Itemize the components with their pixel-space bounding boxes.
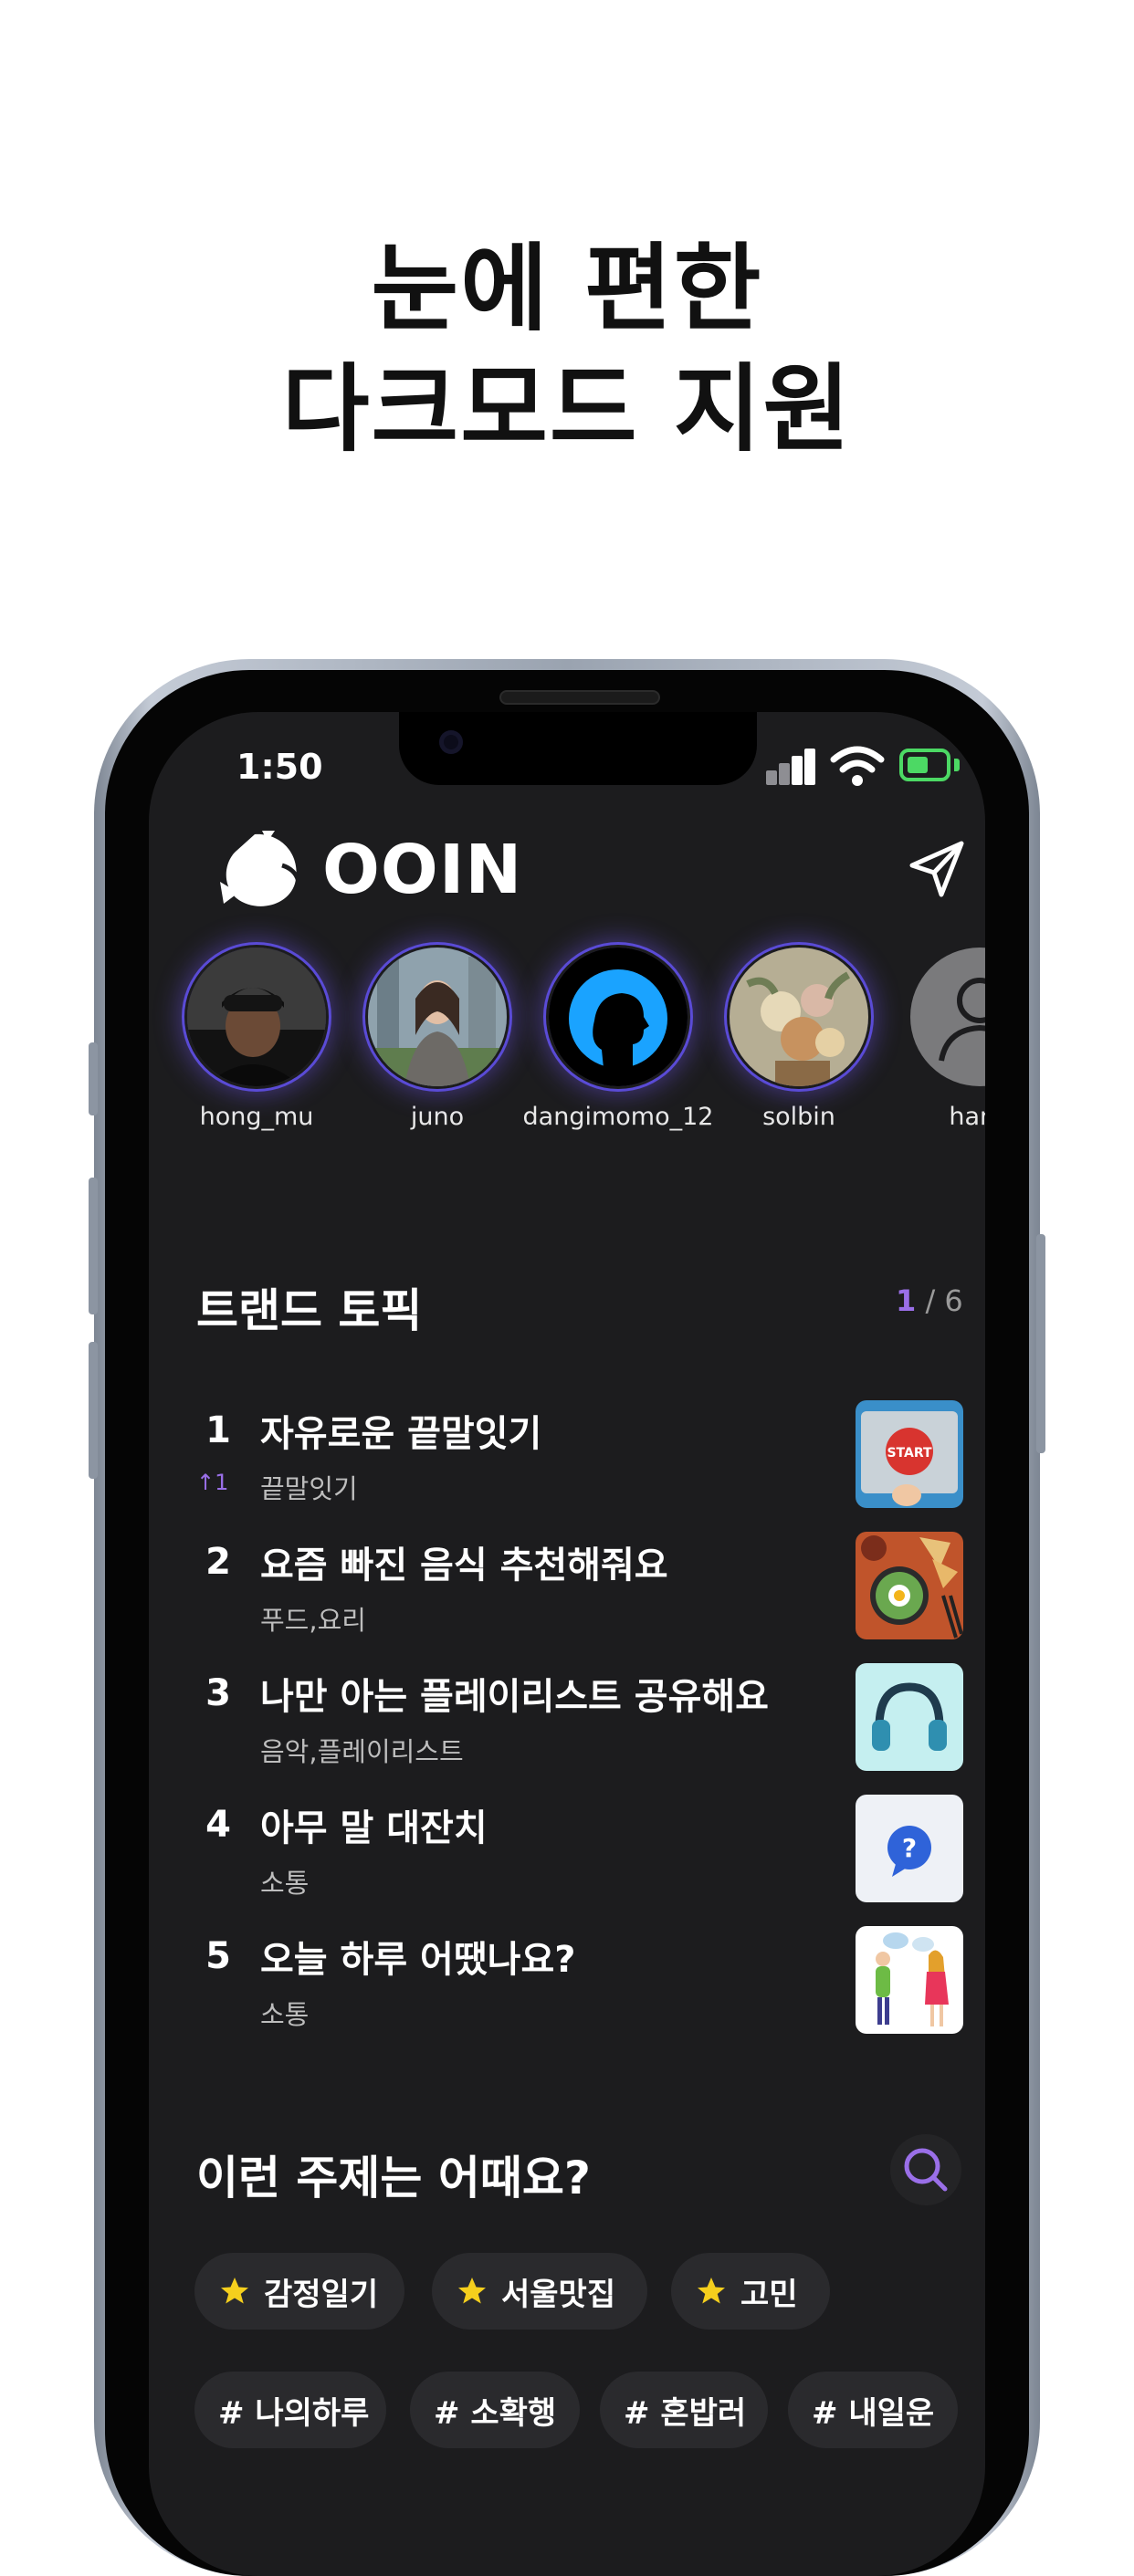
avatar — [549, 948, 688, 1086]
topic-rank: 1 — [205, 1409, 231, 1451]
default-avatar-icon — [910, 948, 985, 1086]
avatar — [730, 948, 868, 1086]
send-icon[interactable] — [907, 840, 967, 900]
svg-text:?: ? — [902, 1833, 917, 1863]
topic-title: 아무 말 대잔치 — [260, 1807, 488, 1849]
hashtag-chip[interactable]: # 내일운 — [788, 2372, 958, 2448]
chip-label: # 내일운 — [812, 2394, 935, 2432]
trend-topic-title: 트랜드 토픽 — [196, 1284, 423, 1337]
status-time: 1:50 — [236, 747, 323, 787]
topic-rank: 5 — [205, 1935, 231, 1977]
star-icon — [458, 2278, 486, 2304]
star-icon — [698, 2278, 725, 2304]
people-chatting-image — [856, 1926, 963, 2034]
topic-title: 요즘 빠진 음식 추천해줘요 — [260, 1545, 668, 1586]
trend-topic-row[interactable]: 2 요즘 빠진 음식 추천해줘요 푸드,요리 — [149, 1532, 985, 1660]
story-name: hana — [949, 1103, 985, 1131]
hashtag-chip[interactable]: # 혼밥러 — [600, 2372, 768, 2448]
topic-tag: 소통 — [260, 1999, 310, 2030]
question-bubble-image: ? — [856, 1795, 963, 1902]
search-button[interactable] — [890, 2134, 961, 2205]
story-item-hana[interactable]: hana — [879, 948, 985, 1131]
topic-rank: 3 — [205, 1672, 231, 1714]
trend-topic-row[interactable]: 4 아무 말 대잔치 소통 ? — [149, 1795, 985, 1922]
power-button — [1036, 1234, 1045, 1453]
star-icon — [221, 2278, 248, 2304]
mute-switch — [89, 1042, 98, 1115]
wifi-icon — [830, 746, 885, 786]
chip-label: 고민 — [740, 2276, 798, 2313]
cellular-signal-icon — [766, 749, 817, 785]
notch — [399, 712, 757, 785]
topic-tag: 끝말잇기 — [260, 1473, 358, 1504]
story-list: hong_mu juno dangimomo_12 solbin ha — [149, 948, 985, 1167]
trend-topic-row[interactable]: 1 ↑1 자유로운 끝말잇기 끝말잇기 START — [149, 1400, 985, 1528]
trend-topic-row[interactable]: 3 나만 아는 플레이리스트 공유해요 음악,플레이리스트 — [149, 1663, 985, 1791]
headline-line-2: 다크모드 지원 — [281, 353, 853, 465]
trend-pager: 1 / 6 — [896, 1283, 963, 1318]
topic-tag: 음악,플레이리스트 — [260, 1736, 464, 1767]
story-item-hong-mu[interactable]: hong_mu — [156, 948, 357, 1131]
volume-up-button — [89, 1178, 98, 1314]
phone-frame: 1:50 OOIN hong_mu juno dangimomo_12 solb… — [89, 659, 1045, 2576]
svg-text:START: START — [887, 1446, 932, 1461]
story-name: juno — [410, 1103, 465, 1131]
story-name: hong_mu — [199, 1103, 314, 1131]
trend-topic-row[interactable]: 5 오늘 하루 어땠나요? 소통 — [149, 1926, 985, 2054]
hashtag-chip[interactable]: # 소확행 — [410, 2372, 580, 2448]
story-item-juno[interactable]: juno — [337, 948, 538, 1131]
topic-tag: 소통 — [260, 1868, 310, 1899]
topic-tag: 푸드,요리 — [260, 1605, 366, 1636]
story-name: solbin — [762, 1103, 835, 1131]
chip-label: # 소확행 — [434, 2394, 557, 2432]
story-item-solbin[interactable]: solbin — [698, 948, 899, 1131]
chip-label: # 나의하루 — [218, 2394, 370, 2432]
volume-down-button — [89, 1342, 98, 1479]
story-name: dangimomo_12 — [522, 1103, 714, 1131]
headline: 눈에 편한 다크모드 지원 — [0, 228, 1134, 469]
suggest-title: 이런 주제는 어때요? — [196, 2152, 591, 2204]
featured-topic-chip[interactable]: 서울맛집 — [432, 2253, 647, 2330]
featured-topic-chip[interactable]: 고민 — [671, 2253, 830, 2330]
search-icon — [904, 2148, 948, 2192]
rank-up-badge: ↑1 — [196, 1470, 229, 1495]
pager-total: / 6 — [925, 1283, 963, 1318]
earpiece-speaker — [499, 690, 660, 705]
featured-topic-chip[interactable]: 감정일기 — [194, 2253, 404, 2330]
topic-rank: 4 — [205, 1804, 231, 1846]
topic-rank: 2 — [205, 1541, 231, 1583]
topic-title: 자유로운 끝말잇기 — [260, 1413, 542, 1455]
story-item-dangimomo-12[interactable]: dangimomo_12 — [518, 948, 719, 1131]
chip-label: # 혼밥러 — [624, 2394, 747, 2432]
pager-current: 1 — [896, 1283, 917, 1318]
battery-cap — [954, 759, 960, 771]
chip-label: 감정일기 — [264, 2276, 379, 2313]
brand-name: OOIN — [322, 831, 523, 909]
phone-bezel: 1:50 OOIN hong_mu juno dangimomo_12 solb… — [105, 670, 1029, 2576]
start-button-image: START — [856, 1400, 963, 1508]
topic-title: 나만 아는 플레이리스트 공유해요 — [260, 1676, 769, 1718]
front-camera — [439, 730, 463, 754]
topic-title: 오늘 하루 어땠나요? — [260, 1939, 576, 1981]
chip-label: 서울맛집 — [501, 2276, 616, 2313]
headline-line-1: 눈에 편한 — [371, 233, 763, 344]
food-image — [856, 1532, 963, 1639]
avatar — [187, 948, 326, 1086]
battery-icon — [899, 749, 950, 781]
app-screen: 1:50 OOIN hong_mu juno dangimomo_12 solb… — [149, 712, 985, 2576]
ooin-logo-icon — [220, 831, 301, 906]
headphones-image — [856, 1663, 963, 1771]
hashtag-chip[interactable]: # 나의하루 — [194, 2372, 386, 2448]
avatar — [368, 948, 507, 1086]
